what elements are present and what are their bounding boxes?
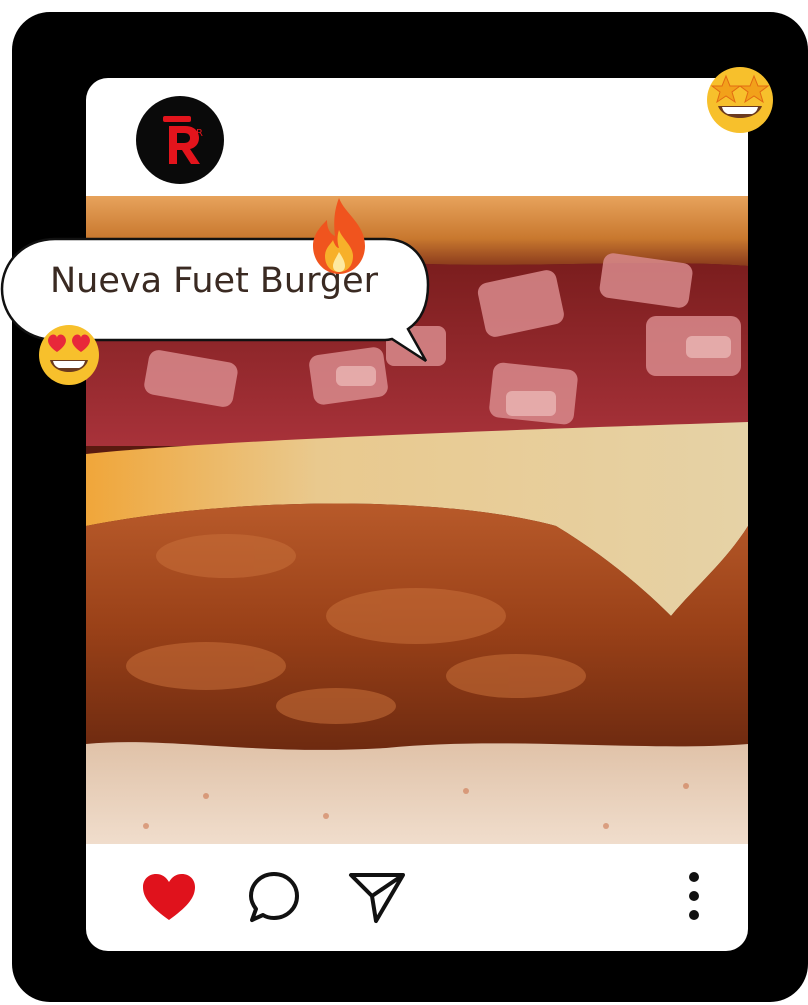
instagram-post-card: R (86, 78, 748, 951)
brand-avatar[interactable]: R (136, 96, 224, 184)
star-struck-emoji-icon (702, 62, 778, 138)
heart-icon[interactable] (141, 872, 197, 922)
brand-logo-icon: R (163, 116, 203, 164)
more-vertical-icon[interactable] (684, 868, 704, 924)
paper-plane-icon[interactable] (348, 870, 406, 924)
comment-icon[interactable] (246, 870, 302, 926)
brand-logo-letter: R (196, 128, 203, 139)
post-action-bar (86, 844, 748, 951)
heart-eyes-emoji-icon (36, 322, 102, 388)
fire-emoji-icon (305, 196, 373, 276)
